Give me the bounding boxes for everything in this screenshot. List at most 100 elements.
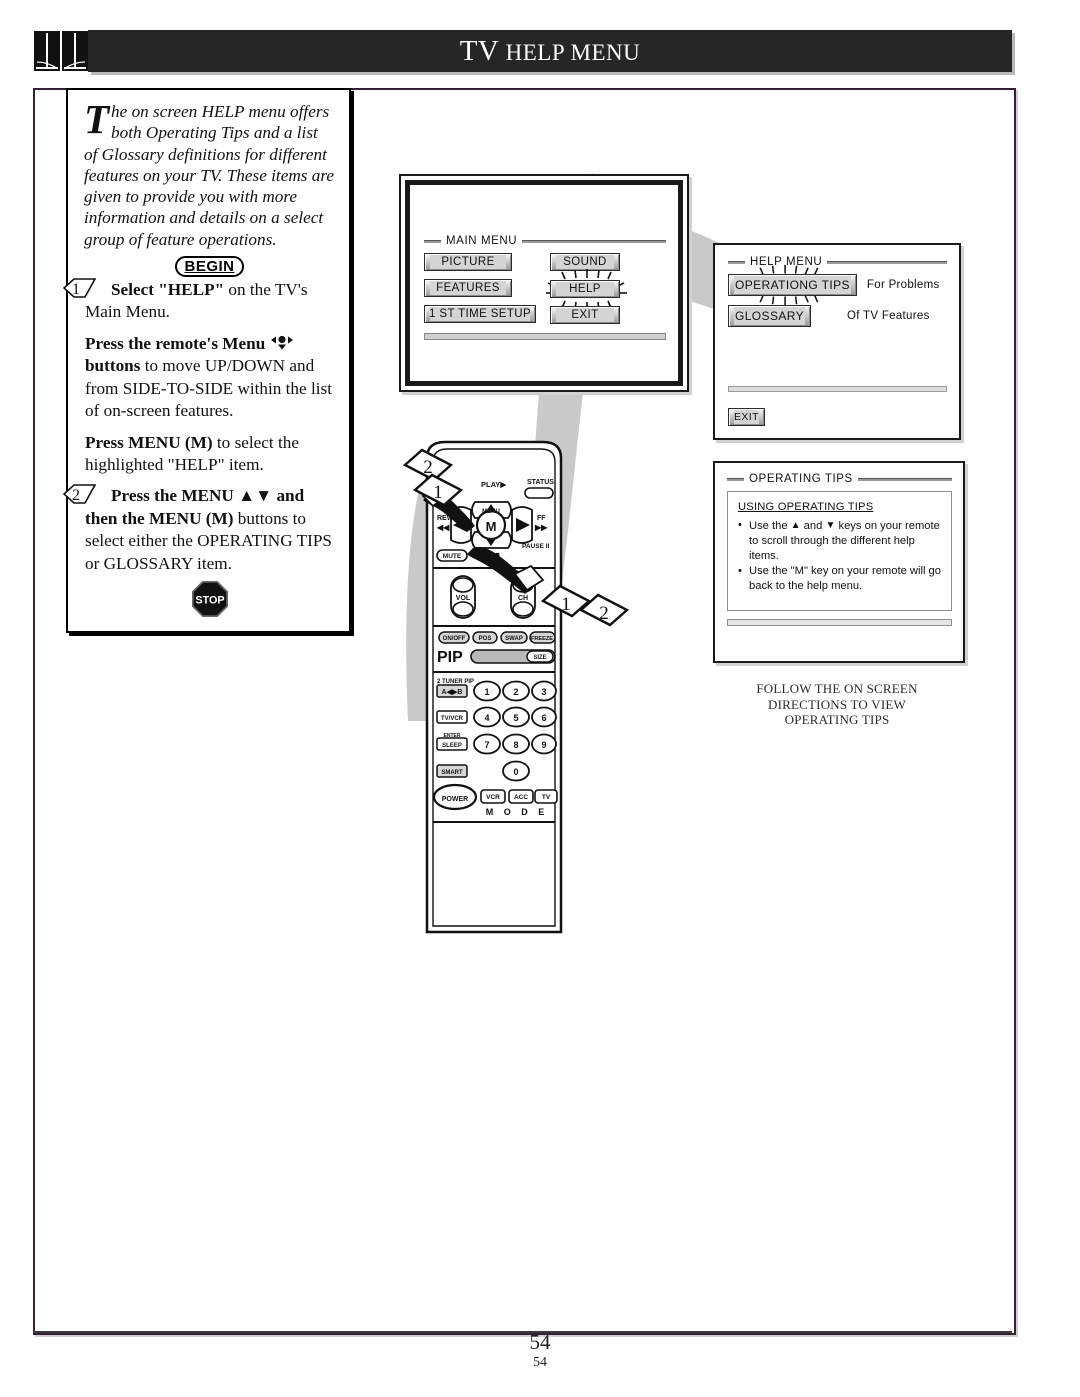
step-1-para3-bold: Press MENU (M) <box>85 432 213 452</box>
menu-button-exit[interactable]: EXIT <box>550 306 620 324</box>
callout-bottom-2: 2 <box>578 593 630 627</box>
title-rule-left <box>424 239 441 243</box>
bullet-dot-icon: • <box>738 565 742 577</box>
caption-line-3: OPERATING TIPS <box>784 712 890 727</box>
step-2-text: Press the MENU ▲▼ and then the MENU (M) … <box>84 485 335 575</box>
svg-text:0: 0 <box>513 767 518 777</box>
remote-label-menu: MENU <box>482 509 500 515</box>
remote-label-menu-m: M <box>486 519 497 534</box>
svg-text:9: 9 <box>541 740 546 750</box>
remote-label-smart: SMART <box>441 770 463 776</box>
remote-label-mode-acc: ACC <box>514 794 528 801</box>
operating-tips-heading: USING OPERATING TIPS <box>738 501 874 513</box>
remote-label-freeze: FREEZE <box>531 636 553 642</box>
up-arrow-icon: ▲ <box>790 520 801 531</box>
operating-tips-panel: OPERATING TIPS USING OPERATING TIPS • Us… <box>713 461 965 663</box>
osd-bottom-bar <box>424 333 666 340</box>
remote-label-size: SIZE <box>533 655 546 661</box>
step-1-number-badge: 1 <box>63 277 96 300</box>
menu-button-features[interactable]: FEATURES <box>424 279 512 297</box>
step-2-number: 2 <box>72 487 80 504</box>
stop-sign-icon: STOP <box>191 580 228 622</box>
svg-text:5: 5 <box>513 713 518 723</box>
tip1-mid: and <box>800 520 826 532</box>
step-1-para2-bold: Press the remote's Menu <box>85 333 266 353</box>
step-1-bold: Select "HELP" <box>111 280 225 300</box>
remote-label-tv-vcr: TV/VCR <box>441 716 464 722</box>
operating-tips-bullet-1: • Use the ▲ and ▼ keys on your remote to… <box>738 518 942 564</box>
remote-label-tuner-pip: 2 TUNER PIP <box>437 679 474 685</box>
svg-text:A◀▶B: A◀▶B <box>442 689 463 696</box>
instruction-textbox: The on screen HELP menu offers both Oper… <box>63 88 351 633</box>
svg-text:7: 7 <box>484 740 489 750</box>
step-1-para2: Press the remote's Menu buttons to move … <box>84 333 335 423</box>
callout-bottom-2-label: 2 <box>599 603 609 624</box>
help-menu-title: HELP MENU <box>750 256 823 268</box>
menu-button-picture[interactable]: PICTURE <box>424 253 512 271</box>
help-title-rule-left <box>728 260 745 264</box>
remote-label-ff: FF <box>537 515 546 522</box>
help-button-operating-tips[interactable]: OPERATIONG TIPS <box>728 274 857 296</box>
remote-label-ch: CH <box>518 595 528 602</box>
callout-top-1-label: 1 <box>433 482 443 503</box>
intro-dropcap: T <box>84 96 110 142</box>
remote-label-power: POWER <box>442 796 468 803</box>
begin-label: BEGIN <box>175 256 244 278</box>
stop-marker: STOP <box>84 580 335 622</box>
tip1-pre: Use the <box>749 520 791 532</box>
bullet-dot-icon: • <box>738 519 742 531</box>
menu-button-help[interactable]: HELP <box>550 280 620 298</box>
svg-text:8: 8 <box>513 740 518 750</box>
svg-text:4: 4 <box>484 713 489 723</box>
title-rule-right <box>522 239 666 243</box>
page-title-rest: HELP MENU <box>505 40 641 65</box>
help-note-operating-tips: For Problems <box>866 279 940 291</box>
page-title: TV HELP MENU <box>88 30 1012 74</box>
caption-line-1: FOLLOW THE ON SCREEN <box>756 681 918 696</box>
step-1-para2-bold2: buttons <box>85 356 141 376</box>
menu-button-sound[interactable]: SOUND <box>550 253 620 271</box>
help-menu-panel: HELP MENU OPERATIONG TIPS For Problems G… <box>713 243 961 440</box>
svg-text:3: 3 <box>541 687 546 697</box>
main-menu-right-column: SOUND HELP EXIT <box>542 253 628 324</box>
page-number-small: 54 <box>533 1355 547 1370</box>
remote-label-pip: PIP <box>437 649 463 666</box>
help-button-glossary[interactable]: GLOSSARY <box>728 305 812 327</box>
remote-label-onoff: ON/OFF <box>443 636 466 642</box>
help-button-exit[interactable]: EXIT <box>728 408 765 426</box>
svg-text:1: 1 <box>484 687 489 697</box>
remote-label-sleep: SLEEP <box>442 743 462 749</box>
remote-label-pause: PAUSE II <box>522 543 550 550</box>
help-menu-row-glossary: GLOSSARY Of TV Features <box>728 305 947 327</box>
help-title-rule-right <box>827 260 947 264</box>
remote-label-mute: MUTE <box>443 553 462 560</box>
svg-text:◀◀: ◀◀ <box>436 523 450 532</box>
remote-label-mode-vcr: VCR <box>486 794 500 801</box>
main-menu-title: MAIN MENU <box>446 235 518 247</box>
menu-button-help-wrapper: HELP <box>546 269 627 311</box>
tv-screen-main-menu: MAIN MENU PICTURE FEATURES 1 ST TIME SET… <box>399 174 689 392</box>
remote-label-mode-word: M O D E <box>486 807 549 817</box>
intro-paragraph: The on screen HELP menu offers both Oper… <box>84 96 335 250</box>
intro-text: he on screen HELP menu offers both Opera… <box>84 102 334 249</box>
remote-button-status <box>524 487 554 499</box>
step-2: 2 Press the MENU ▲▼ and then the MENU (M… <box>63 484 335 575</box>
osd-main-menu: MAIN MENU PICTURE FEATURES 1 ST TIME SET… <box>424 235 666 369</box>
down-arrow-icon: ▼ <box>825 520 836 531</box>
step-1: 1 Select "HELP" on the TV's Main Menu. P… <box>63 278 335 477</box>
manual-page: TV HELP MENU The on screen HELP menu off… <box>0 0 1080 1397</box>
page-title-lead: TV <box>459 35 500 67</box>
begin-marker: BEGIN <box>84 256 335 278</box>
help-note-glossary: Of TV Features <box>847 310 930 322</box>
operating-tips-title: OPERATING TIPS <box>749 473 853 485</box>
main-menu-grid: PICTURE FEATURES 1 ST TIME SETUP SOUND H… <box>424 253 666 324</box>
menu-button-first-time-setup[interactable]: 1 ST TIME SETUP <box>424 305 537 323</box>
figure-caption: FOLLOW THE ON SCREEN DIRECTIONS TO VIEW … <box>713 681 961 728</box>
remote-label-play: PLAY▶ <box>481 480 507 489</box>
callout-top-1: 1 <box>412 473 464 507</box>
step-1-para3: Press MENU (M) to select the highlighted… <box>84 432 335 477</box>
operating-tips-bottom-bar <box>727 619 952 626</box>
menu-navigation-glyph-icon <box>270 334 294 350</box>
main-menu-title-row: MAIN MENU <box>424 235 666 247</box>
caption-line-2: DIRECTIONS TO VIEW <box>768 696 906 712</box>
